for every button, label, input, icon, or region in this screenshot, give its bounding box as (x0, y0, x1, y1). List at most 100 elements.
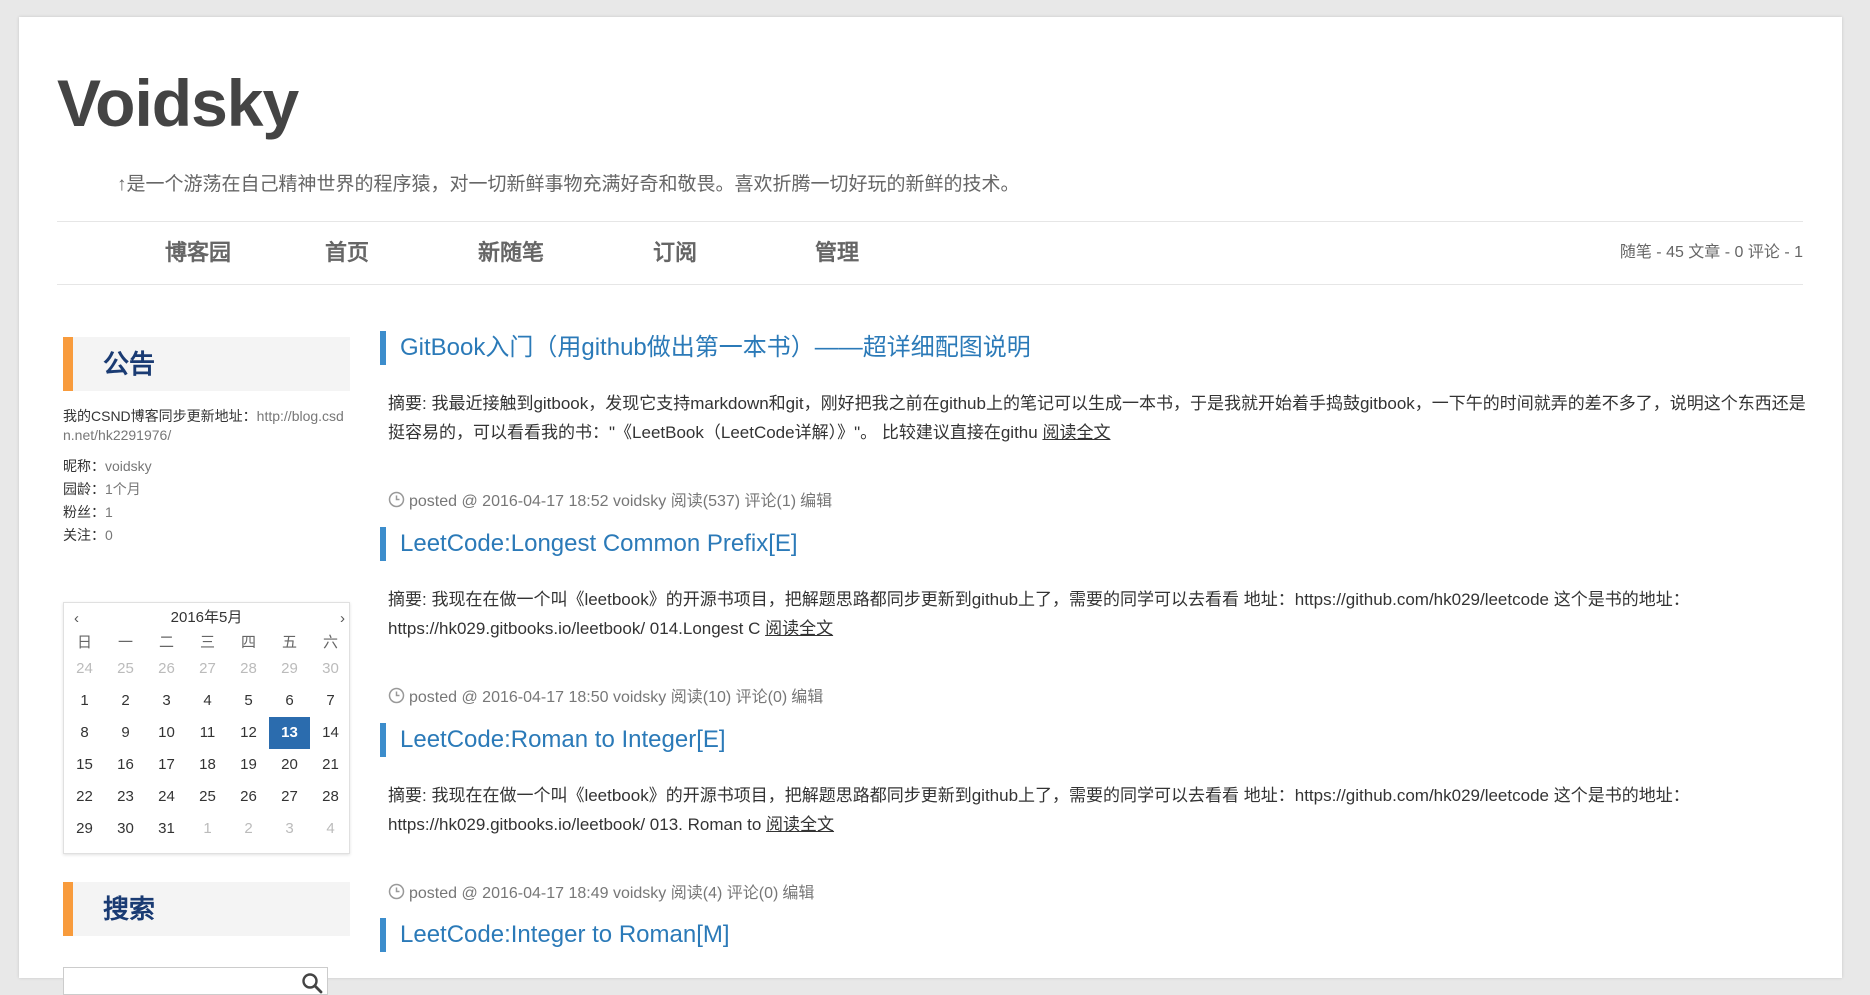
calendar-day-today[interactable]: 13 (269, 717, 310, 749)
post-meta: posted @ 2016-04-17 18:52 voidsky 阅读(537… (388, 487, 832, 511)
notice-title: 公告 (103, 349, 156, 379)
calendar-day[interactable]: 16 (105, 749, 146, 781)
calendar-weekday: 三 (199, 634, 215, 651)
calendar-day[interactable]: 1 (187, 813, 228, 845)
search-icon[interactable] (301, 972, 323, 994)
profile-followers: 粉丝：1 (63, 503, 353, 522)
profile-age: 园龄：1个月 (63, 480, 353, 499)
profile-value[interactable]: 0 (105, 527, 113, 543)
calendar-day[interactable]: 30 (310, 653, 351, 685)
profile-value[interactable]: 1个月 (105, 481, 141, 497)
notice-panel: 我的CSND博客同步更新地址：http://blog.csdn.net/hk22… (63, 407, 353, 549)
calendar-day[interactable]: 12 (228, 717, 269, 749)
profile-value[interactable]: 1 (105, 504, 113, 520)
calendar-day[interactable]: 22 (64, 781, 105, 813)
calendar-day[interactable]: 27 (187, 653, 228, 685)
search-box (63, 967, 328, 995)
blog-stats: 随笔 - 45 文章 - 0 评论 - 1 (1619, 244, 1803, 261)
read-more-link[interactable]: 阅读全文 (766, 815, 834, 834)
post-item: GitBook入门（用github做出第一本书）——超详细配图说明 摘要: 我最… (380, 331, 1820, 447)
calendar-day[interactable]: 23 (105, 781, 146, 813)
nav-manage[interactable]: 管理 (815, 222, 859, 284)
calendar-day[interactable]: 28 (228, 653, 269, 685)
calendar-day[interactable]: 8 (64, 717, 105, 749)
calendar-day[interactable]: 19 (228, 749, 269, 781)
post-item: LeetCode:Integer to Roman[M] (380, 918, 1820, 952)
calendar-day[interactable]: 14 (310, 717, 351, 749)
post-title[interactable]: LeetCode:Longest Common Prefix[E] (380, 527, 1820, 561)
nav-cnblogs[interactable]: 博客园 (165, 222, 231, 284)
search-input[interactable] (64, 968, 301, 994)
profile-value[interactable]: voidsky (105, 458, 152, 474)
post-title[interactable]: LeetCode:Roman to Integer[E] (380, 723, 1820, 757)
calendar-day[interactable]: 27 (269, 781, 310, 813)
blog-description: ↑是一个游荡在自己精神世界的程序猿，对一切新鲜事物充满好奇和敬畏。喜欢折腾一切好… (117, 174, 1020, 195)
calendar-day[interactable]: 4 (310, 813, 351, 845)
calendar-day[interactable]: 25 (187, 781, 228, 813)
calendar-day[interactable]: 18 (187, 749, 228, 781)
calendar-day[interactable]: 1 (64, 685, 105, 717)
calendar-day[interactable]: 26 (228, 781, 269, 813)
calendar-weekday: 六 (322, 634, 338, 651)
read-more-link[interactable]: 阅读全文 (1042, 423, 1110, 442)
calendar: ‹ 2016年5月 › 日一二三四五六 24 25 26 27 28 29 30 1 2 3 4 5 6 7… (63, 602, 350, 854)
nav-subscribe[interactable]: 订阅 (653, 222, 697, 284)
calendar-day[interactable]: 11 (187, 717, 228, 749)
nav-home[interactable]: 首页 (325, 222, 369, 284)
calendar-day[interactable]: 24 (146, 781, 187, 813)
search-header: 搜索 (63, 882, 350, 936)
calendar-day[interactable]: 9 (105, 717, 146, 749)
calendar-weekday: 二 (158, 634, 174, 651)
post-abstract-text: 摘要: 我现在在做一个叫《leetbook》的开源书项目，把解题思路都同步更新到… (388, 590, 1690, 638)
calendar-day[interactable]: 15 (64, 749, 105, 781)
search-title: 搜索 (103, 894, 156, 924)
profile-label: 园龄： (63, 481, 105, 497)
post-title[interactable]: LeetCode:Integer to Roman[M] (380, 918, 1820, 952)
calendar-day[interactable]: 29 (64, 813, 105, 845)
calendar-day[interactable]: 30 (105, 813, 146, 845)
profile-nickname: 昵称：voidsky (63, 457, 353, 476)
post-abstract-text: 摘要: 我现在在做一个叫《leetbook》的开源书项目，把解题思路都同步更新到… (388, 786, 1690, 834)
calendar-day[interactable]: 3 (269, 813, 310, 845)
read-more-link[interactable]: 阅读全文 (765, 619, 833, 638)
calendar-day[interactable]: 24 (64, 653, 105, 685)
calendar-day[interactable]: 26 (146, 653, 187, 685)
profile-following: 关注：0 (63, 526, 353, 545)
calendar-day[interactable]: 29 (269, 653, 310, 685)
post-title[interactable]: GitBook入门（用github做出第一本书）——超详细配图说明 (380, 331, 1820, 365)
calendar-day[interactable]: 10 (146, 717, 187, 749)
post-abstract: 摘要: 我最近接触到gitbook，发现它支持markdown和git，刚好把我… (388, 389, 1808, 447)
calendar-day[interactable]: 20 (269, 749, 310, 781)
post-meta-text: posted @ 2016-04-17 18:50 voidsky 阅读(10)… (409, 689, 788, 706)
post-item: LeetCode:Roman to Integer[E] 摘要: 我现在在做一个… (380, 723, 1820, 839)
calendar-title: 2016年5月 (170, 609, 243, 626)
calendar-grid: 日一二三四五六 24 25 26 27 28 29 30 1 2 3 4 5 6 7 8 9 10 11 12 13 14… (64, 633, 349, 845)
calendar-weekday: 一 (117, 634, 133, 651)
calendar-day[interactable]: 7 (310, 685, 351, 717)
calendar-day[interactable]: 21 (310, 749, 351, 781)
edit-link[interactable]: 编辑 (800, 487, 832, 511)
calendar-day[interactable]: 2 (105, 685, 146, 717)
calendar-day[interactable]: 4 (187, 685, 228, 717)
blog-title[interactable]: Voidsky (57, 65, 299, 141)
clock-icon (388, 491, 405, 507)
calendar-day[interactable]: 5 (228, 685, 269, 717)
calendar-day[interactable]: 17 (146, 749, 187, 781)
calendar-next-button[interactable]: › (340, 603, 345, 635)
edit-link[interactable]: 编辑 (782, 879, 814, 903)
post-abstract: 摘要: 我现在在做一个叫《leetbook》的开源书项目，把解题思路都同步更新到… (388, 781, 1808, 839)
calendar-day[interactable]: 31 (146, 813, 187, 845)
blog-page: Voidsky ↑是一个游荡在自己精神世界的程序猿，对一切新鲜事物充满好奇和敬畏… (19, 17, 1842, 995)
calendar-day[interactable]: 6 (269, 685, 310, 717)
edit-link[interactable]: 编辑 (791, 683, 823, 707)
top-nav: 博客园 首页 新随笔 订阅 管理 随笔 - 45 文章 - 0 评论 - 1 (57, 221, 1803, 285)
calendar-weekday: 日 (76, 634, 92, 651)
calendar-day[interactable]: 3 (146, 685, 187, 717)
nav-new-post[interactable]: 新随笔 (478, 222, 544, 284)
calendar-day[interactable]: 25 (105, 653, 146, 685)
post-meta: posted @ 2016-04-17 18:50 voidsky 阅读(10)… (388, 683, 823, 707)
calendar-day[interactable]: 28 (310, 781, 351, 813)
notice-header: 公告 (63, 337, 350, 391)
calendar-day[interactable]: 2 (228, 813, 269, 845)
clock-icon (388, 883, 405, 899)
